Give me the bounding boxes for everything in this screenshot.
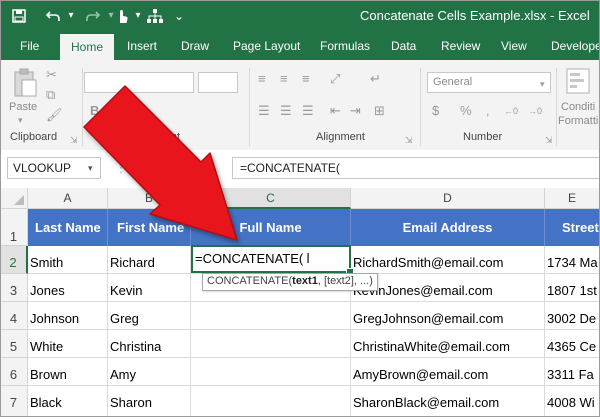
red-arrow-annotation [83,85,238,241]
